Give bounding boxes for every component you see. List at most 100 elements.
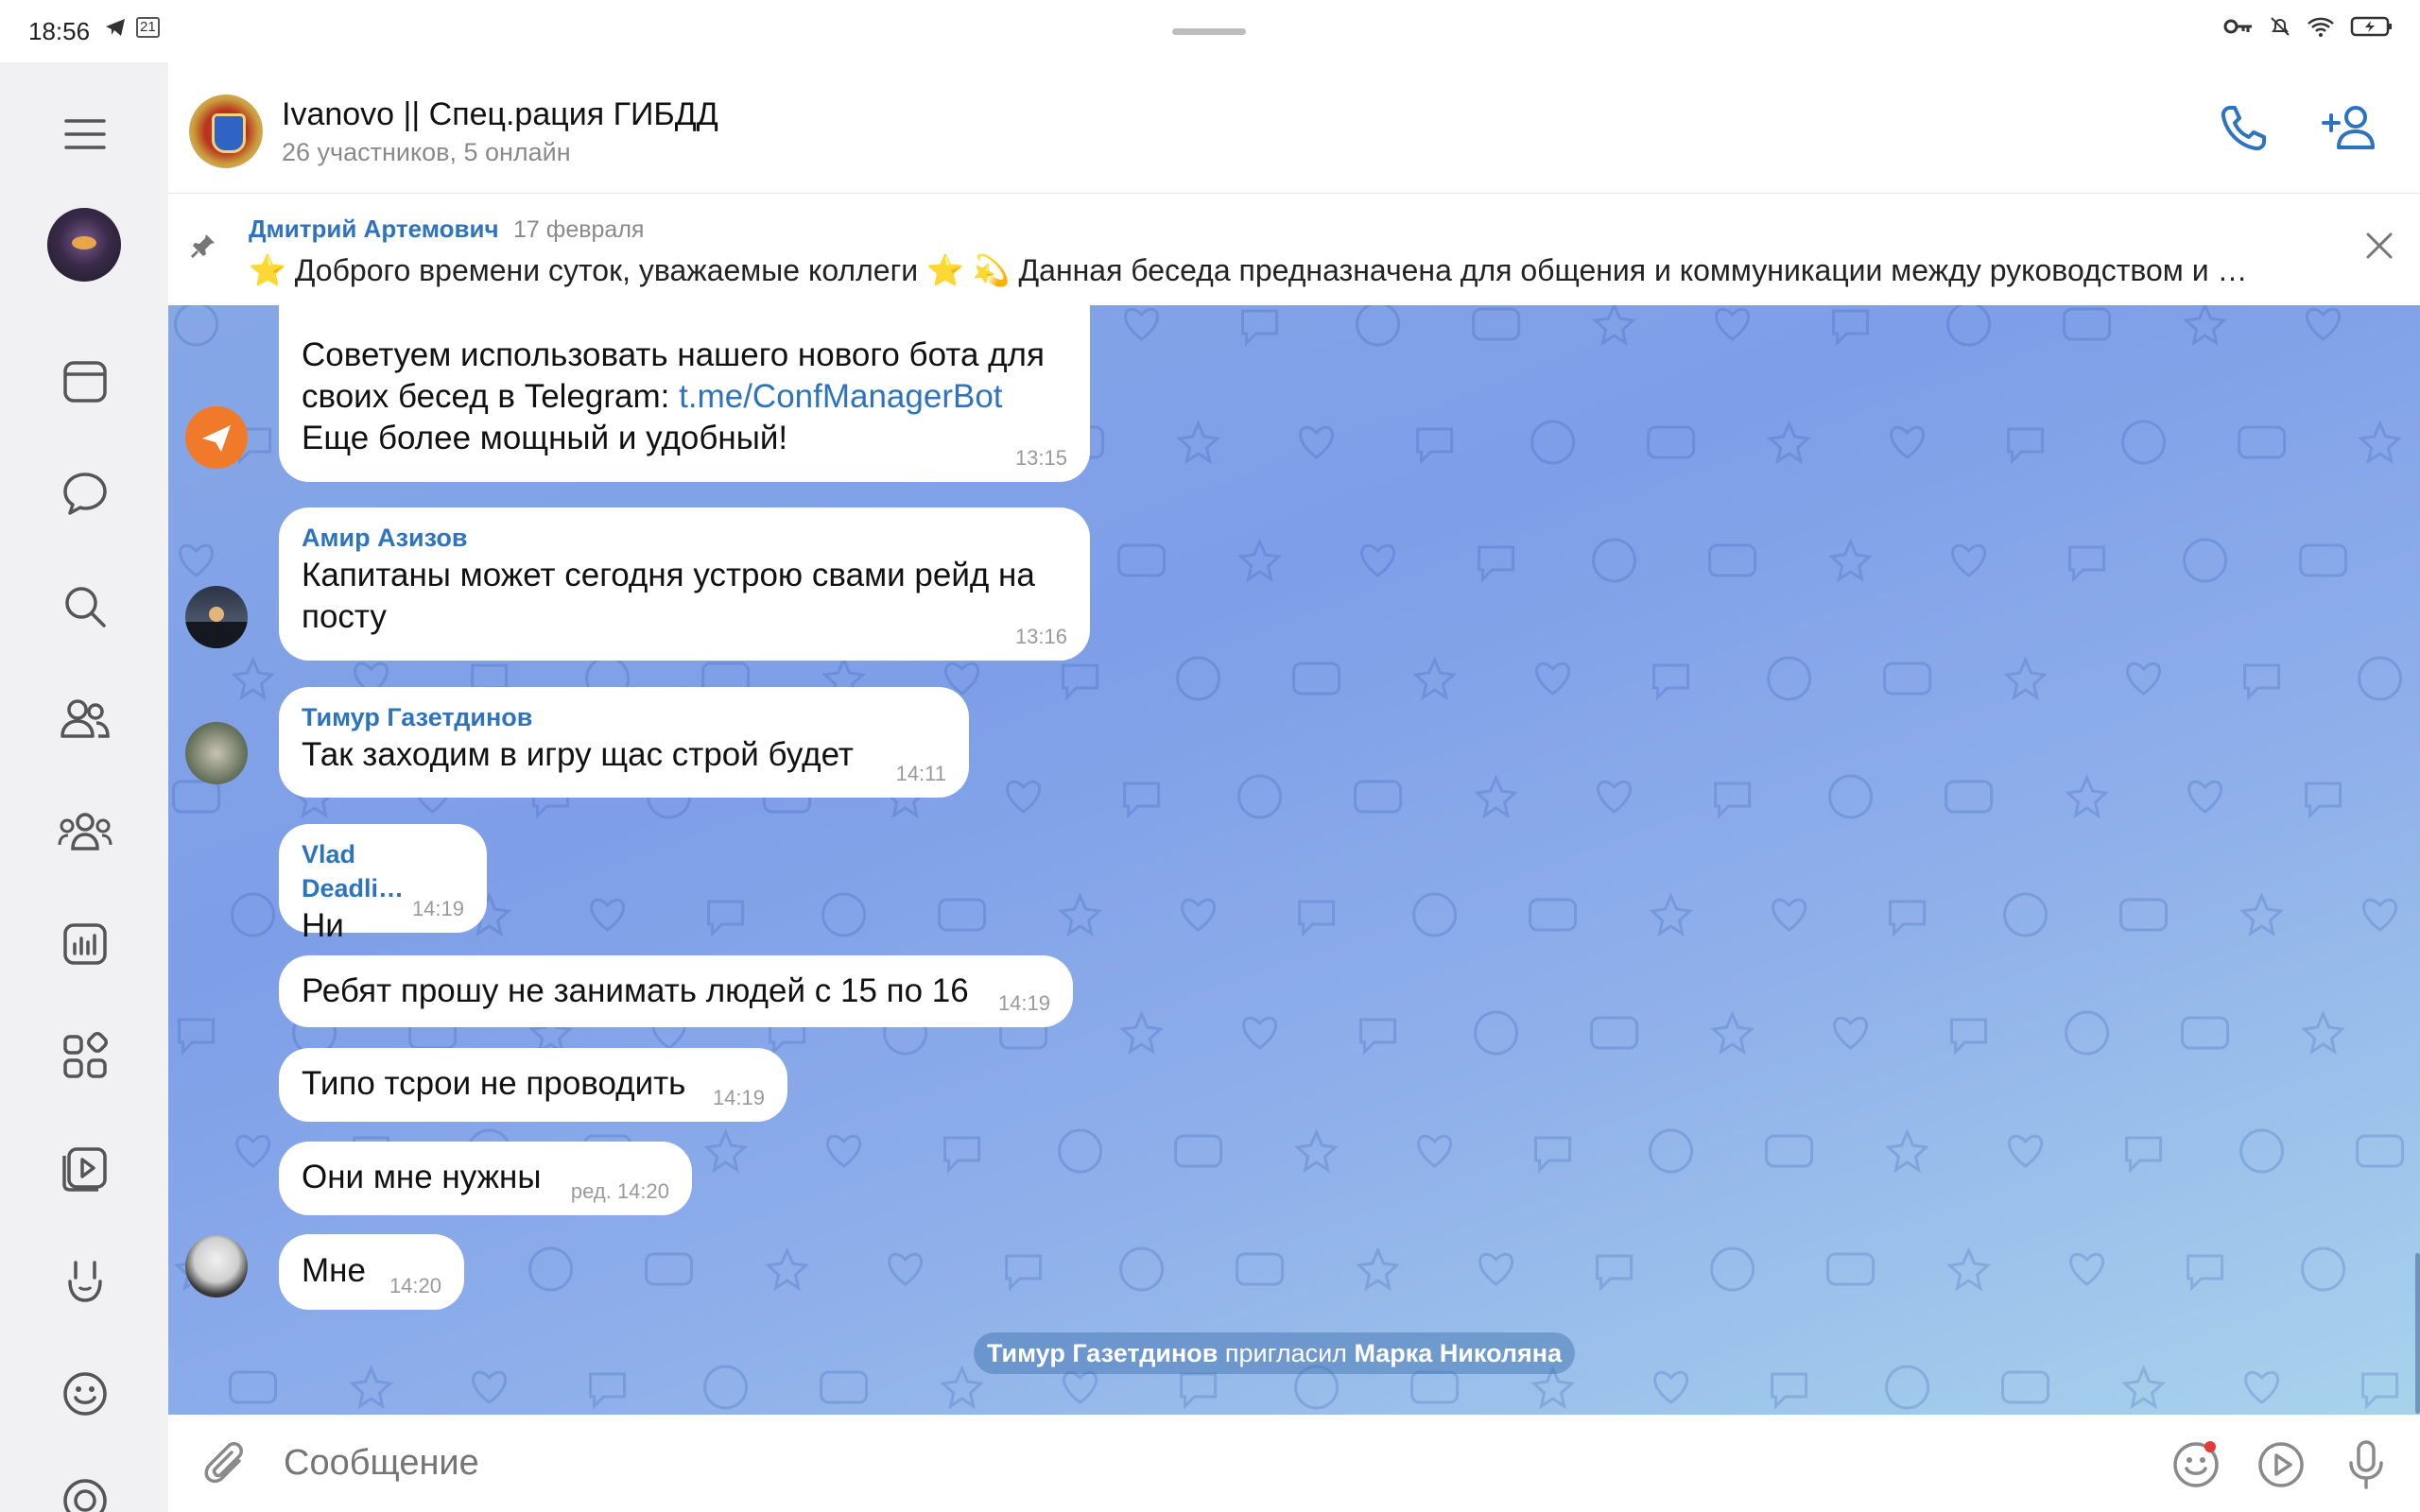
avatar[interactable] bbox=[185, 1235, 248, 1297]
wallpaper-doodle bbox=[820, 1370, 869, 1404]
call-button[interactable] bbox=[2205, 91, 2281, 166]
groups-icon[interactable] bbox=[47, 794, 123, 869]
wallpaper-doodle bbox=[1649, 1128, 1694, 1174]
wallpaper-doodle bbox=[1652, 663, 1690, 701]
message-list[interactable]: Советуем использовать нашего нового бота… bbox=[168, 305, 2420, 1415]
message-text-part: Еще более мощный и удобный! bbox=[302, 420, 788, 456]
stats-icon[interactable] bbox=[47, 906, 123, 982]
wallpaper-doodle bbox=[2183, 538, 2228, 583]
close-icon[interactable] bbox=[2356, 222, 2403, 269]
telegram-notification-icon bbox=[106, 19, 125, 36]
message-bubble[interactable]: Мне 14:20 bbox=[279, 1234, 464, 1310]
scrollbar[interactable] bbox=[2415, 1253, 2420, 1414]
message-bubble[interactable]: Советуем использовать нашего нового бота… bbox=[279, 305, 1090, 482]
wallpaper-doodle bbox=[1765, 1134, 1814, 1168]
wallpaper-doodle bbox=[707, 900, 745, 937]
search-icon[interactable] bbox=[47, 569, 123, 644]
wallpaper-doodle bbox=[1592, 305, 1636, 347]
message-time: 14:19 bbox=[712, 1086, 765, 1109]
message-bubble[interactable]: Типо тсрои не проводить 14:19 bbox=[279, 1048, 787, 1122]
wallpaper-doodle bbox=[1946, 305, 1992, 347]
wallpaper-doodle bbox=[1826, 1252, 1876, 1286]
account-avatar[interactable] bbox=[47, 208, 121, 282]
wallpaper-doodle bbox=[1241, 309, 1279, 347]
menu-icon[interactable] bbox=[47, 96, 123, 172]
wallpaper-doodle bbox=[1292, 662, 1341, 696]
unread-dot bbox=[2204, 1441, 2216, 1452]
message-bubble[interactable]: Ребят прошу не занимать людей с 15 по 16… bbox=[279, 955, 1073, 1027]
service-actor[interactable]: Тимур Газетдинов bbox=[987, 1339, 1218, 1367]
video-message-button[interactable] bbox=[2248, 1432, 2314, 1498]
wallpaper-doodle bbox=[231, 892, 276, 937]
wallpaper-doodle bbox=[179, 543, 215, 577]
wallpaper-doodle bbox=[2361, 1372, 2399, 1410]
pinned-message-bar[interactable]: Дмитрий Артемович 17 февраля ⭐️ Доброго … bbox=[168, 194, 2420, 305]
message-time: ред. 14:20 bbox=[570, 1179, 669, 1203]
emoji-icon[interactable] bbox=[47, 1356, 123, 1432]
wallpaper-doodle bbox=[2181, 1016, 2230, 1050]
wallpaper-doodle bbox=[1890, 425, 1926, 459]
message-text: Так заходим в игру щас строй будет bbox=[302, 736, 854, 773]
message-bubble[interactable]: Они мне нужны ред. 14:20 bbox=[279, 1142, 692, 1215]
wallpaper-doodle bbox=[472, 1370, 508, 1404]
emoji-button[interactable] bbox=[2163, 1432, 2229, 1498]
message-bubble[interactable]: Vlad Deadli… Ни 14:19 bbox=[279, 824, 487, 944]
contacts-icon[interactable] bbox=[47, 681, 123, 757]
wallpaper-doodle bbox=[2239, 1128, 2285, 1174]
add-member-button[interactable] bbox=[2312, 91, 2388, 166]
wallpaper-doodle bbox=[2119, 898, 2169, 932]
wallpaper-doodle bbox=[2187, 780, 2223, 814]
wallpaper-doodle bbox=[703, 1365, 749, 1410]
apps-icon[interactable] bbox=[47, 1019, 123, 1094]
avatar[interactable] bbox=[185, 586, 248, 648]
chat-title[interactable]: Ivanovo || Спец.рация ГИБДД bbox=[282, 96, 718, 133]
window-drag-handle[interactable] bbox=[1172, 28, 1246, 35]
wallpaper-doodle bbox=[1950, 1018, 1988, 1056]
wallpaper-doodle bbox=[2003, 892, 2048, 937]
hand-icon[interactable] bbox=[47, 1244, 123, 1319]
wallpaper-doodle bbox=[2358, 656, 2403, 701]
wallpaper-doodle bbox=[1354, 780, 1403, 814]
wallpaper-doodle bbox=[235, 1134, 271, 1168]
wallpaper-doodle bbox=[1417, 1134, 1453, 1168]
wallpaper-doodle bbox=[2187, 1254, 2224, 1292]
attach-button[interactable] bbox=[193, 1432, 259, 1498]
message-time: 14:19 bbox=[997, 991, 1050, 1015]
wallpaper-doodle bbox=[2243, 663, 2281, 701]
service-target[interactable]: Марка Николяна bbox=[1354, 1339, 1562, 1367]
wallpaper-doodle bbox=[826, 1134, 862, 1168]
sender-name[interactable]: Vlad Deadli… bbox=[302, 837, 464, 905]
video-icon[interactable] bbox=[47, 1131, 123, 1207]
wallpaper-doodle bbox=[1474, 1010, 1519, 1056]
wallpaper-doodle bbox=[231, 656, 275, 701]
voice-message-button[interactable] bbox=[2333, 1432, 2399, 1498]
stories-icon[interactable] bbox=[47, 1452, 123, 1512]
wallpaper-doodle bbox=[1647, 425, 1696, 459]
wallpaper-doodle bbox=[1294, 1128, 1339, 1174]
message-input[interactable] bbox=[284, 1443, 2174, 1484]
avatar[interactable] bbox=[185, 722, 248, 784]
wallpaper-doodle bbox=[2068, 545, 2106, 583]
message-bubble[interactable]: Амир Азизов Капитаны может сегодня устро… bbox=[279, 507, 1090, 661]
message-time: 14:11 bbox=[895, 762, 946, 785]
message-time: 14:19 bbox=[411, 897, 464, 920]
status-bar: 18:56 21 bbox=[0, 0, 2420, 62]
chat-subtitle: 26 участников, 5 онлайн bbox=[282, 138, 571, 166]
message-time: 13:16 bbox=[1014, 625, 1067, 648]
chat-icon[interactable] bbox=[47, 456, 123, 532]
wallpaper-doodle bbox=[1242, 1016, 1278, 1050]
chat-avatar[interactable] bbox=[189, 94, 263, 168]
calendar-icon[interactable] bbox=[47, 344, 123, 420]
wallpaper-doodle bbox=[1005, 1254, 1043, 1292]
wallpaper-doodle bbox=[349, 1365, 393, 1410]
sender-name[interactable]: Тимур Газетдинов bbox=[302, 700, 946, 734]
wallpaper-doodle bbox=[1885, 1365, 1930, 1410]
avatar[interactable] bbox=[185, 406, 248, 469]
message-text: Типо тсрои не проводить bbox=[302, 1065, 686, 1102]
notification-count-badge: 21 bbox=[136, 17, 160, 38]
wallpaper-doodle bbox=[1535, 662, 1571, 696]
wallpaper-doodle bbox=[589, 1372, 627, 1410]
sender-name[interactable]: Амир Азизов bbox=[302, 521, 1067, 555]
message-bubble[interactable]: Тимур Газетдинов Так заходим в игру щас … bbox=[279, 687, 969, 798]
bot-link[interactable]: t.me/ConfManagerBot bbox=[679, 378, 1002, 415]
